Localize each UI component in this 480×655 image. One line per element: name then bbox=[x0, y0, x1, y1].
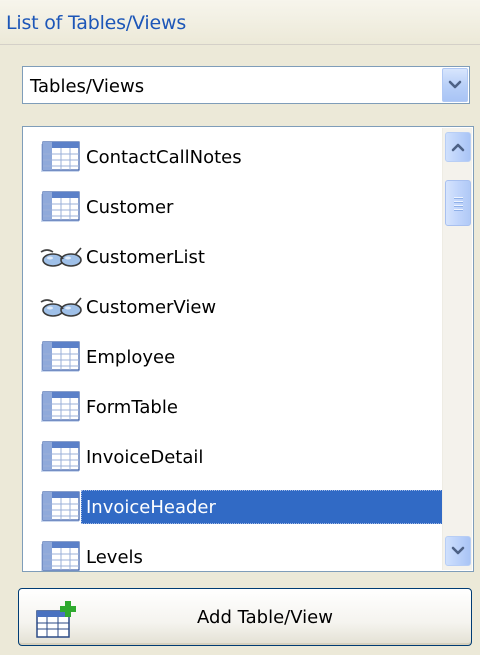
list-item-label: ContactCallNotes bbox=[86, 147, 242, 168]
list-item-label: Customer bbox=[86, 197, 174, 218]
list-item[interactable]: Employee bbox=[39, 340, 443, 374]
table-icon bbox=[39, 440, 87, 474]
scroll-down-button[interactable] bbox=[445, 536, 471, 566]
view-glasses-icon bbox=[39, 290, 87, 324]
thumb-grip-line bbox=[454, 209, 463, 211]
chevron-down-icon bbox=[448, 80, 462, 89]
table-icon bbox=[39, 140, 87, 174]
panel-title: List of Tables/Views bbox=[6, 12, 187, 34]
table-icon bbox=[39, 340, 87, 374]
list-item-label: Levels bbox=[86, 547, 143, 568]
table-icon bbox=[39, 490, 87, 524]
table-icon bbox=[39, 390, 87, 424]
chevron-down-icon bbox=[451, 546, 465, 555]
view-glasses-icon bbox=[39, 240, 87, 274]
scroll-thumb[interactable] bbox=[445, 180, 471, 226]
list-item-label: CustomerView bbox=[86, 297, 217, 318]
table-icon bbox=[39, 540, 87, 571]
list-item[interactable]: CustomerList bbox=[39, 240, 443, 274]
list-item-label: Employee bbox=[86, 347, 176, 368]
list-item-label: InvoiceDetail bbox=[86, 447, 204, 468]
list-item[interactable]: Levels bbox=[39, 540, 443, 571]
list-item[interactable]: CustomerView bbox=[39, 290, 443, 324]
list-item-label: InvoiceHeader bbox=[86, 497, 216, 518]
list-item[interactable]: FormTable bbox=[39, 390, 443, 424]
list-item-label: CustomerList bbox=[86, 247, 205, 268]
tables-views-list[interactable]: ContactCallNotes Customer CustomerList Cust… bbox=[22, 126, 474, 572]
add-table-view-label: Add Table/View bbox=[197, 607, 333, 628]
add-table-view-button[interactable]: Add Table/View bbox=[18, 588, 472, 646]
chevron-up-icon bbox=[451, 143, 465, 152]
vertical-scrollbar[interactable] bbox=[442, 128, 472, 570]
list-item[interactable]: InvoiceDetail bbox=[39, 440, 443, 474]
table-icon bbox=[39, 190, 87, 224]
thumb-grip-line bbox=[454, 201, 463, 203]
list-item-label: FormTable bbox=[86, 397, 178, 418]
list-item[interactable]: InvoiceHeader bbox=[39, 490, 443, 524]
thumb-grip-line bbox=[454, 205, 463, 207]
panel-header: List of Tables/Views bbox=[0, 0, 480, 45]
tables-views-panel: List of Tables/Views Tables/Views Contac… bbox=[0, 0, 480, 655]
scroll-up-button[interactable] bbox=[445, 132, 471, 162]
object-type-dropdown[interactable]: Tables/Views bbox=[22, 66, 470, 104]
dropdown-selected-value: Tables/Views bbox=[30, 76, 145, 97]
thumb-grip-line bbox=[454, 197, 463, 199]
list-item[interactable]: Customer bbox=[39, 190, 443, 224]
dropdown-arrow-button[interactable] bbox=[442, 68, 468, 102]
list-item[interactable]: ContactCallNotes bbox=[39, 140, 443, 174]
